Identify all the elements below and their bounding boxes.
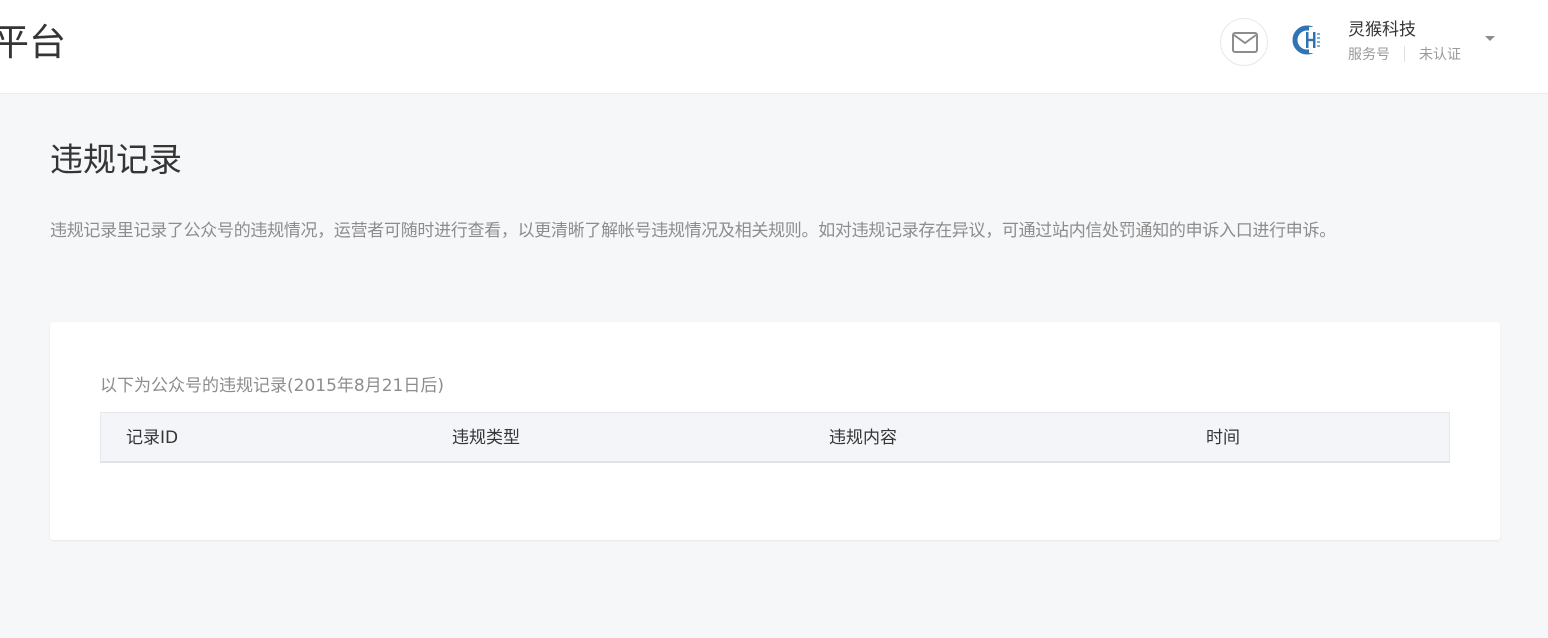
account-meta: 服务号 未认证 [1348,45,1461,65]
caret-down-icon[interactable] [1485,36,1495,41]
records-caption: 以下为公众号的违规记录(2015年8月21日后) [100,376,444,396]
account-name[interactable]: 灵猴科技 [1348,18,1416,42]
column-header-record-id: 记录ID [126,428,179,448]
account-logo-icon [1292,24,1324,56]
records-table-header: 记录ID 违规类型 违规内容 时间 [100,412,1450,463]
column-header-violation-type: 违规类型 [452,428,520,448]
verification-status: 未认证 [1419,47,1461,63]
top-header: 平台 灵猴科技 服务号 未认证 [0,0,1548,94]
mail-icon [1232,32,1258,53]
mail-button[interactable] [1220,18,1268,66]
meta-divider [1404,46,1405,62]
violation-records-card: 以下为公众号的违规记录(2015年8月21日后) 记录ID 违规类型 违规内容 … [50,322,1500,540]
account-type: 服务号 [1348,47,1390,63]
account-avatar[interactable] [1292,24,1324,56]
column-header-time: 时间 [1206,428,1240,448]
column-header-violation-content: 违规内容 [829,428,897,448]
page-title: 违规记录 [50,140,182,179]
page-description: 违规记录里记录了公众号的违规情况，运营者可随时进行查看，以更清晰了解帐号违规情况… [50,221,1336,241]
platform-title: 平台 [0,21,66,64]
